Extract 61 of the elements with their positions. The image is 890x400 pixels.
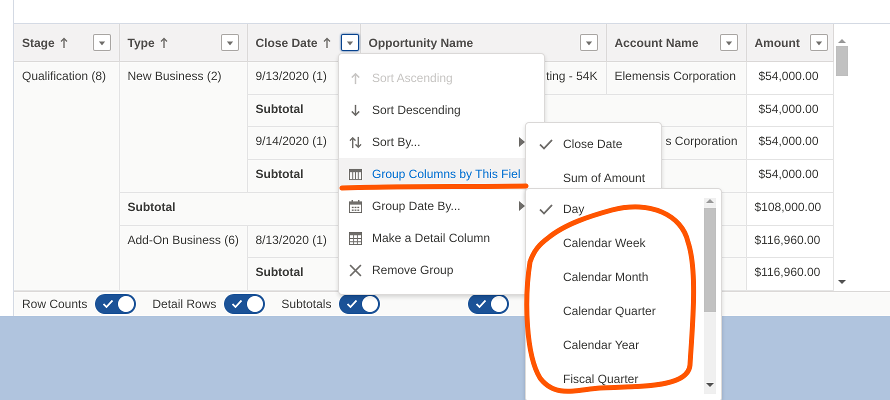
menu-item[interactable]: Day xyxy=(526,192,704,226)
column-header[interactable]: Close Date xyxy=(247,24,360,62)
amount-cell: $116,960.00 xyxy=(746,258,833,290)
column-header[interactable]: Account Name xyxy=(606,24,746,62)
check-icon xyxy=(231,299,244,309)
checkmark-icon xyxy=(539,138,553,150)
column-header[interactable]: Stage xyxy=(14,24,119,62)
scroll-down-icon[interactable] xyxy=(836,279,846,285)
submenu-arrow-icon xyxy=(519,201,525,211)
column-menu-button[interactable] xyxy=(340,34,359,51)
column-header[interactable]: Amount xyxy=(746,24,833,62)
column-title: Opportunity Name xyxy=(368,36,474,50)
checkmark-icon xyxy=(539,204,553,214)
column-title: Amount xyxy=(754,36,800,50)
column-menu-button[interactable] xyxy=(220,34,238,51)
menu-item[interactable]: Sort Descending xyxy=(339,94,544,126)
amount-cell: $116,960.00 xyxy=(746,225,833,258)
toggle-switch[interactable] xyxy=(95,294,136,314)
table-cell: Elemensis Corporation xyxy=(606,62,746,94)
toggle-switch[interactable] xyxy=(339,294,380,314)
scroll-thumb[interactable] xyxy=(836,46,848,76)
scrollbar[interactable] xyxy=(834,24,850,291)
menu-item[interactable]: Calendar Week xyxy=(526,226,704,260)
column-menu-button[interactable] xyxy=(580,34,598,51)
up-down-arrows-icon xyxy=(349,136,362,148)
amount-cell: $54,000.00 xyxy=(746,62,833,94)
column-title: Close Date xyxy=(256,36,318,50)
check-icon xyxy=(475,299,488,309)
column-header[interactable]: Type xyxy=(119,24,247,62)
column-title: Stage xyxy=(22,36,55,50)
menu-item[interactable]: Fiscal Quarter xyxy=(526,362,704,396)
arrow-down-icon xyxy=(349,104,362,116)
amount-cell: $108,000.00 xyxy=(746,192,833,226)
toggle-switch[interactable] xyxy=(468,294,510,314)
toggle-label: Row Counts xyxy=(22,297,88,311)
column-title: Account Name xyxy=(614,36,699,50)
scroll-thumb[interactable] xyxy=(704,208,716,312)
scroll-up-icon[interactable] xyxy=(836,38,846,44)
amount-cell: $54,000.00 xyxy=(746,126,833,160)
check-icon xyxy=(102,299,114,309)
toggle-label: Subtotals xyxy=(281,297,332,311)
scroll-down-icon[interactable] xyxy=(705,382,715,388)
toggle-label: Detail Rows xyxy=(152,297,216,311)
column-menu-button[interactable] xyxy=(810,34,828,51)
amount-cell: $54,000.00 xyxy=(746,94,833,127)
grid-icon xyxy=(349,232,362,244)
toggle-switch[interactable] xyxy=(224,294,266,314)
column-title: Type xyxy=(128,36,155,50)
close-icon xyxy=(349,264,362,276)
check-icon xyxy=(346,299,358,309)
menu-item[interactable]: Calendar Year xyxy=(526,328,704,362)
group-label: New Business (2) xyxy=(119,62,247,192)
calendar-icon xyxy=(349,200,362,212)
menu-item[interactable]: Calendar Quarter xyxy=(526,294,704,328)
submenu-arrow-icon xyxy=(519,137,525,147)
column-menu-button[interactable] xyxy=(92,34,110,51)
scrollbar[interactable] xyxy=(704,198,716,394)
column-menu-button[interactable] xyxy=(720,34,738,51)
columns-icon xyxy=(349,168,362,180)
arrow-up-icon xyxy=(349,72,362,84)
amount-cell: $54,000.00 xyxy=(746,160,833,192)
